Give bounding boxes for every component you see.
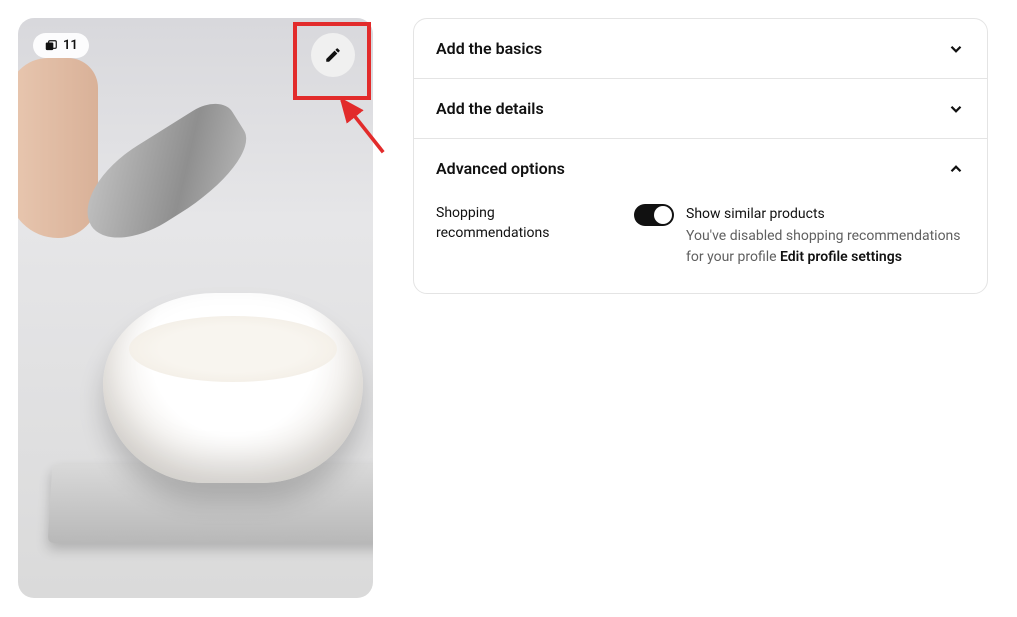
image-count-badge: 11 [33, 33, 89, 58]
stack-icon [44, 39, 58, 53]
chevron-down-icon [947, 40, 965, 58]
section-basics-header[interactable]: Add the basics [414, 19, 987, 78]
settings-card: Add the basics Add the details Advanced … [413, 18, 988, 294]
edit-button[interactable] [311, 33, 355, 77]
shopping-toggle[interactable] [634, 204, 674, 226]
image-preview-panel: 11 [18, 18, 373, 598]
image-count-value: 11 [63, 38, 78, 53]
pencil-icon [324, 46, 342, 64]
pin-image: 11 [18, 18, 373, 598]
section-advanced-title: Advanced options [436, 159, 565, 178]
section-advanced-header[interactable]: Advanced options [414, 139, 987, 198]
section-basics: Add the basics [414, 19, 987, 79]
section-advanced: Advanced options Shopping recommendation… [414, 139, 987, 293]
section-details: Add the details [414, 79, 987, 139]
section-details-header[interactable]: Add the details [414, 79, 987, 138]
shopping-toggle-title: Show similar products [686, 204, 965, 224]
shopping-description: Show similar products You've disabled sh… [686, 204, 965, 267]
advanced-body: Shopping recommendations Show similar pr… [414, 198, 987, 293]
chevron-up-icon [947, 160, 965, 178]
toggle-knob [654, 206, 672, 224]
edit-profile-settings-link[interactable]: Edit profile settings [780, 249, 902, 265]
settings-panel: Add the basics Add the details Advanced … [413, 18, 988, 598]
section-details-title: Add the details [436, 99, 544, 118]
section-basics-title: Add the basics [436, 39, 542, 58]
shopping-recommendations-label: Shopping recommendations [436, 204, 576, 243]
chevron-down-icon [947, 100, 965, 118]
